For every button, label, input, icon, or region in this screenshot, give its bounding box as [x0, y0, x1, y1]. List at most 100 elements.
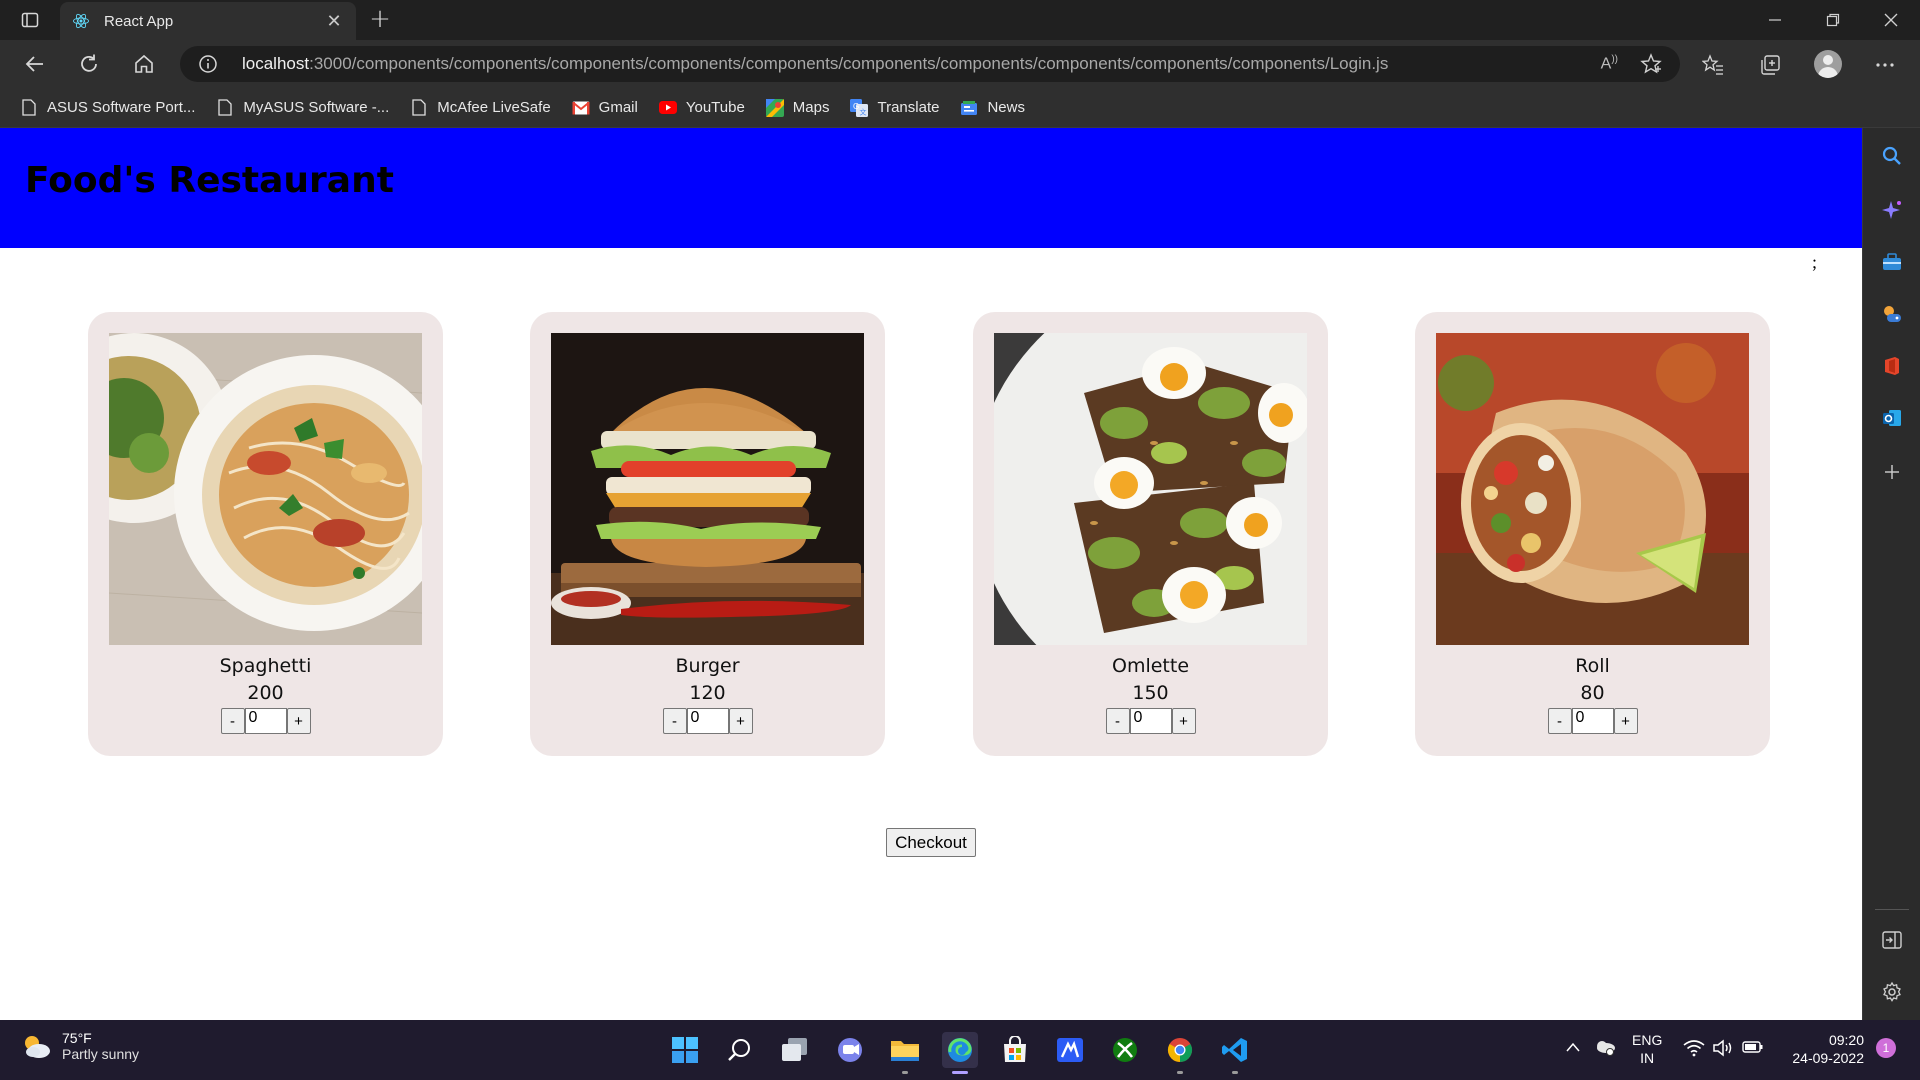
food-name: Omlette — [1111, 655, 1190, 677]
food-card-burger: Burger 120 - 0 + — [530, 312, 885, 756]
bookmark-mcafee[interactable]: McAfee LiveSafe — [410, 99, 551, 117]
start-button[interactable] — [667, 1032, 703, 1068]
food-card-omlette: Omlette 150 - 0 + — [973, 312, 1328, 756]
quantity-input[interactable]: 0 — [244, 708, 287, 734]
minimize-icon[interactable] — [1746, 0, 1804, 40]
vscode-icon[interactable] — [1217, 1032, 1253, 1074]
new-tab-icon[interactable]: + — [366, 6, 394, 34]
decrement-button[interactable]: - — [1547, 708, 1572, 734]
food-name: Roll — [1575, 655, 1610, 677]
increment-button[interactable]: + — [728, 708, 753, 734]
quantity-stepper: - 0 + — [973, 708, 1328, 734]
svg-text:G: G — [853, 102, 859, 111]
bookmark-maps[interactable]: Maps — [765, 98, 829, 117]
food-price: 120 — [689, 682, 726, 704]
collections-icon[interactable] — [1757, 52, 1783, 78]
running-indicator — [1232, 1071, 1238, 1074]
tools-icon[interactable] — [1880, 250, 1904, 274]
page-icon — [410, 99, 428, 117]
add-favorite-icon[interactable] — [1640, 53, 1662, 75]
tab-actions-icon[interactable] — [14, 8, 46, 32]
url-text[interactable]: localhost:3000/components/components/com… — [242, 54, 1388, 74]
quantity-input[interactable]: 0 — [686, 708, 729, 734]
translate-icon: G文 — [850, 98, 869, 117]
checkout-button[interactable]: Checkout — [886, 828, 976, 857]
chevron-up-icon[interactable] — [1565, 1040, 1581, 1058]
food-card-roll: Roll 80 - 0 + — [1415, 312, 1770, 756]
file-explorer-icon[interactable] — [887, 1032, 923, 1074]
search-taskbar-icon[interactable] — [722, 1032, 758, 1068]
battery-icon[interactable] — [1742, 1040, 1764, 1059]
xbox-icon[interactable] — [1107, 1032, 1143, 1068]
edge-sidebar — [1862, 128, 1920, 1020]
maps-icon — [765, 98, 784, 117]
read-aloud-icon[interactable]: A)) — [1601, 54, 1618, 73]
weather-widget[interactable]: 75°F Partly sunny — [20, 1030, 139, 1062]
tab-close-icon[interactable]: ✕ — [324, 11, 344, 32]
quantity-input[interactable]: 0 — [1129, 708, 1172, 734]
decrement-button[interactable]: - — [220, 708, 245, 734]
site-info-icon[interactable] — [198, 54, 218, 74]
running-indicator — [1177, 1071, 1183, 1074]
food-image — [994, 333, 1307, 645]
quantity-input[interactable]: 0 — [1571, 708, 1614, 734]
gmail-icon — [572, 99, 590, 117]
bookmark-translate[interactable]: G文 Translate — [850, 98, 939, 117]
office-icon[interactable] — [1880, 354, 1904, 378]
chrome-icon[interactable] — [1162, 1032, 1198, 1074]
bookmark-news[interactable]: News — [960, 99, 1025, 117]
food-price: 80 — [1580, 682, 1605, 704]
restore-icon[interactable] — [1804, 0, 1862, 40]
food-name: Spaghetti — [219, 655, 312, 677]
wifi-icon[interactable] — [1683, 1039, 1705, 1062]
more-menu-icon[interactable] — [1872, 52, 1898, 78]
teams-chat-icon[interactable] — [832, 1032, 868, 1068]
increment-button[interactable]: + — [286, 708, 311, 734]
hide-sidebar-icon[interactable] — [1880, 928, 1904, 952]
increment-button[interactable]: + — [1613, 708, 1638, 734]
home-icon[interactable] — [129, 50, 159, 78]
refresh-icon[interactable] — [74, 50, 104, 78]
games-icon[interactable] — [1880, 302, 1904, 326]
volume-icon[interactable] — [1712, 1039, 1734, 1062]
clock[interactable]: 09:20 24-09-2022 — [1780, 1031, 1864, 1067]
bookmark-gmail[interactable]: Gmail — [572, 99, 638, 117]
food-image — [1436, 333, 1749, 645]
profile-avatar[interactable] — [1814, 50, 1842, 78]
settings-icon[interactable] — [1880, 980, 1904, 1004]
svg-text:文: 文 — [860, 107, 867, 116]
page-viewport: Food's Restaurant ; Spaghetti 200 - 0 + … — [0, 128, 1862, 1020]
increment-button[interactable]: + — [1171, 708, 1196, 734]
favorites-icon[interactable] — [1700, 52, 1726, 78]
sparkle-icon[interactable] — [1880, 198, 1904, 222]
page-title: Food's Restaurant — [25, 160, 394, 201]
task-view-icon[interactable] — [777, 1032, 813, 1068]
tab-title: React App — [104, 12, 174, 30]
notification-badge[interactable]: 1 — [1876, 1038, 1896, 1058]
add-icon[interactable] — [1880, 460, 1904, 484]
weather-temp: 75°F — [62, 1030, 92, 1046]
microsoft-store-icon[interactable] — [997, 1032, 1033, 1068]
bookmark-myasus-software[interactable]: MyASUS Software -... — [216, 99, 389, 117]
bookmark-asus-software[interactable]: ASUS Software Port... — [20, 99, 195, 117]
decrement-button[interactable]: - — [662, 708, 687, 734]
input-language[interactable]: ENG IN — [1632, 1031, 1662, 1067]
quantity-stepper: - 0 + — [1415, 708, 1770, 734]
close-window-icon[interactable] — [1862, 0, 1920, 40]
bookmarks-bar: ASUS Software Port... MyASUS Software -.… — [0, 88, 1920, 128]
edge-browser-icon[interactable] — [942, 1032, 978, 1074]
food-price: 150 — [1132, 682, 1169, 704]
news-icon — [960, 99, 978, 117]
react-logo-icon — [73, 13, 89, 29]
quantity-stepper: - 0 + — [88, 708, 443, 734]
decrement-button[interactable]: - — [1105, 708, 1130, 734]
bookmark-youtube[interactable]: YouTube — [658, 99, 745, 117]
search-icon[interactable] — [1880, 144, 1904, 168]
browser-tab[interactable]: React App ✕ — [60, 2, 356, 40]
outlook-icon[interactable] — [1880, 406, 1904, 430]
address-bar[interactable]: localhost:3000/components/components/com… — [180, 46, 1680, 82]
back-icon[interactable] — [20, 50, 50, 78]
sidebar-divider — [1875, 909, 1909, 910]
myasus-icon[interactable] — [1052, 1032, 1088, 1068]
onedrive-icon[interactable] — [1593, 1038, 1617, 1061]
